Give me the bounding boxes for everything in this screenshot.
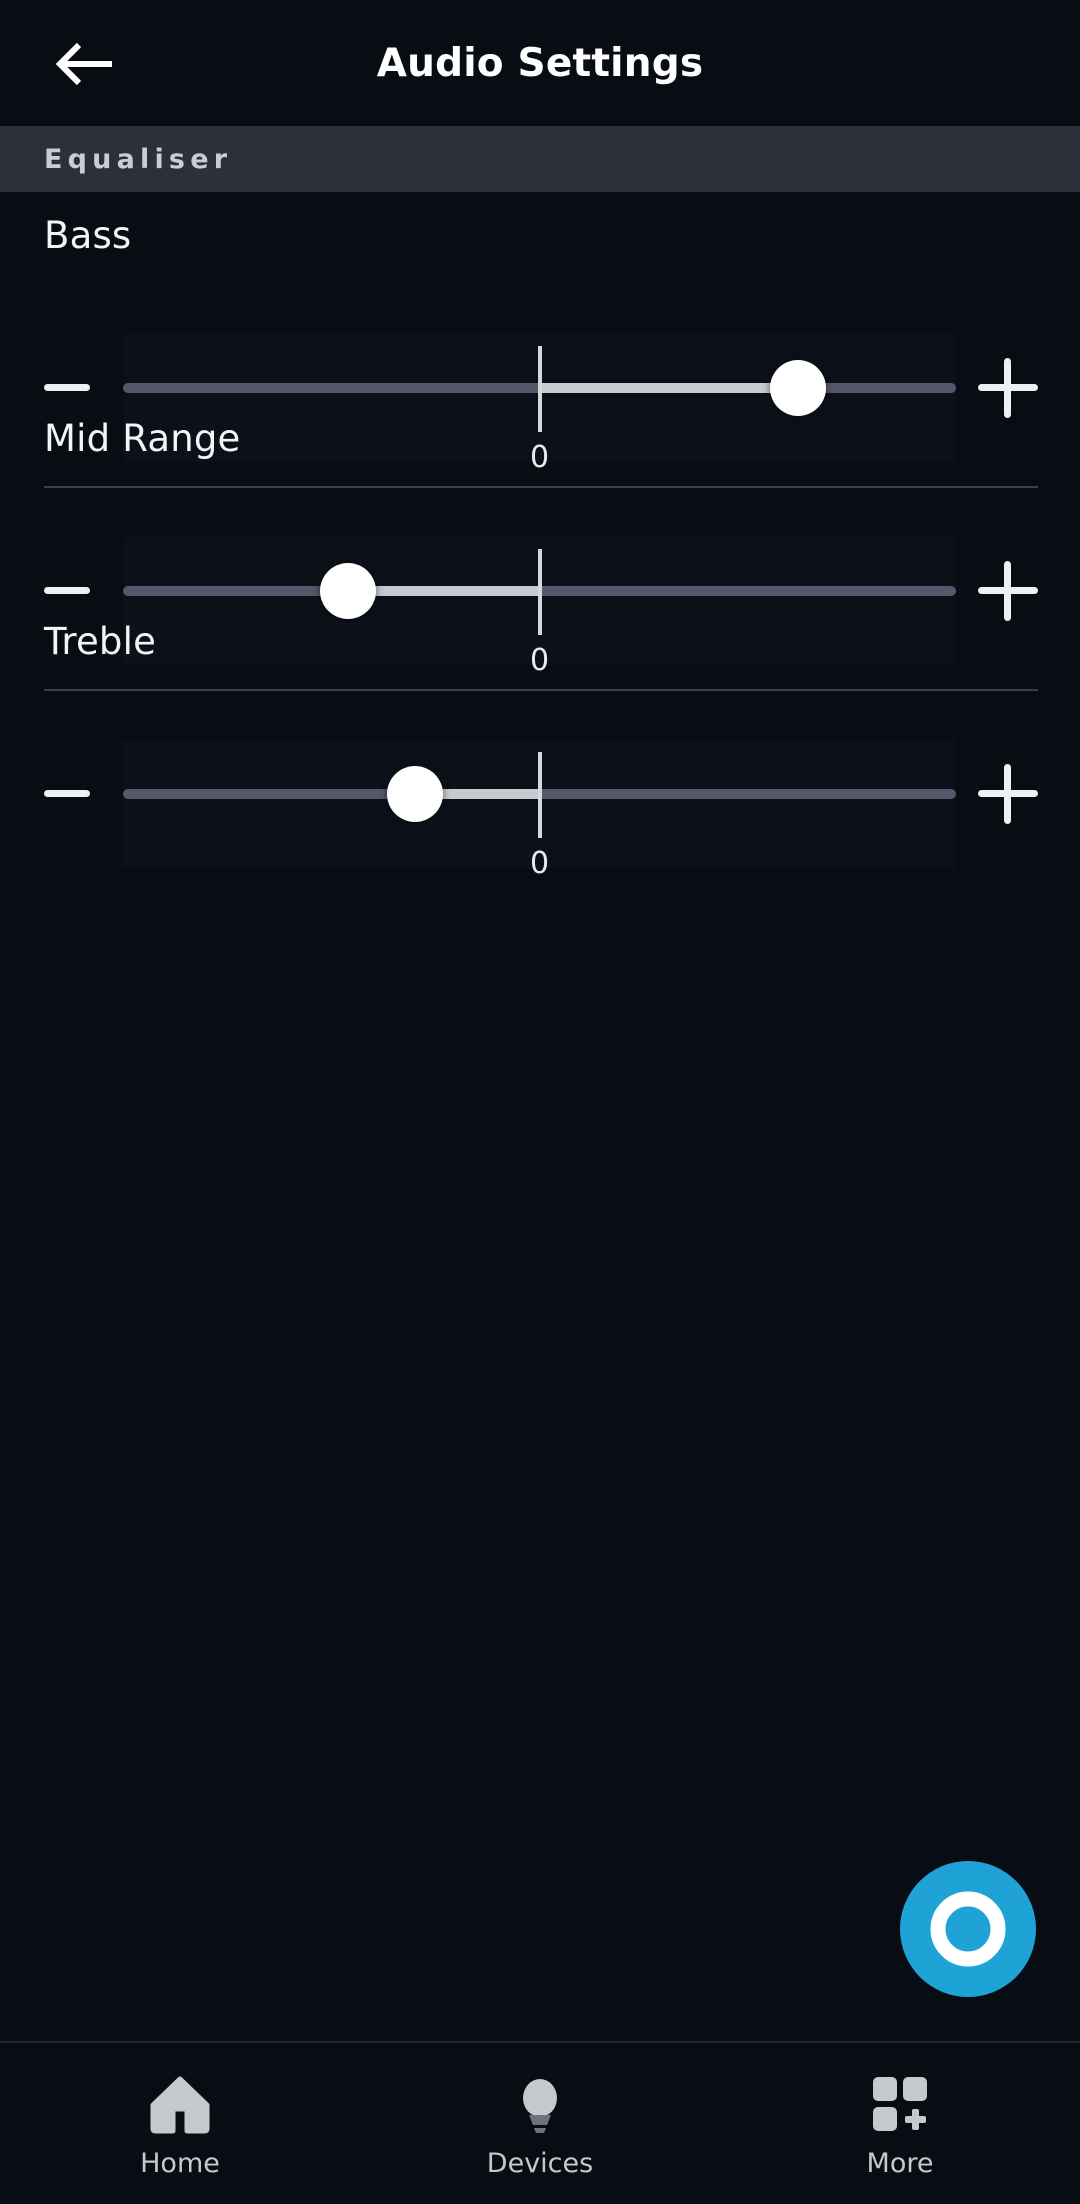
band-label-treble: Treble — [44, 620, 157, 663]
treble-decrease-button[interactable] — [24, 759, 110, 849]
app-bar: Audio Settings — [0, 0, 1080, 126]
treble-slider-value: 0 — [529, 846, 550, 881]
nav-label-more: More — [866, 2148, 934, 2179]
band-label-bass: Bass — [44, 214, 132, 257]
nav-label-home: Home — [140, 2148, 220, 2179]
minus-icon — [44, 384, 90, 391]
slider-treble[interactable]: 0 — [0, 740, 1080, 881]
arrow-left-icon — [55, 42, 112, 86]
bass-slider-fill — [539, 383, 798, 393]
audio-settings-screen: Audio Settings Equaliser Bass 0 Mid Rang… — [0, 0, 1080, 2204]
alexa-icon — [930, 1891, 1006, 1967]
page-title: Audio Settings — [376, 40, 704, 86]
equalizer-row-mid-range: Mid Range — [0, 395, 1080, 555]
lightbulb-icon — [509, 2070, 571, 2138]
treble-center-tick — [537, 752, 542, 838]
equalizer-row-bass: Bass — [0, 192, 1080, 352]
alexa-button[interactable] — [900, 1861, 1036, 1997]
band-label-mid-range: Mid Range — [44, 417, 241, 460]
equalizer-row-treble: Treble — [0, 598, 1080, 758]
home-icon — [149, 2070, 211, 2138]
section-header-equaliser: Equaliser — [0, 126, 1080, 192]
back-button[interactable] — [30, 22, 140, 106]
minus-icon — [44, 790, 90, 797]
section-header-label: Equaliser — [44, 143, 233, 175]
nav-item-devices[interactable]: Devices — [360, 2043, 720, 2204]
minus-icon — [44, 587, 90, 594]
bottom-navigation: Home Devices More — [0, 2041, 1080, 2204]
mid-range-slider-fill — [347, 586, 540, 596]
treble-slider-thumb[interactable] — [386, 766, 443, 822]
nav-label-devices: Devices — [486, 2148, 594, 2179]
plus-icon-vertical — [1004, 764, 1011, 824]
nav-item-home[interactable]: Home — [0, 2043, 360, 2204]
grid-plus-icon — [869, 2070, 931, 2138]
nav-item-more[interactable]: More — [720, 2043, 1080, 2204]
